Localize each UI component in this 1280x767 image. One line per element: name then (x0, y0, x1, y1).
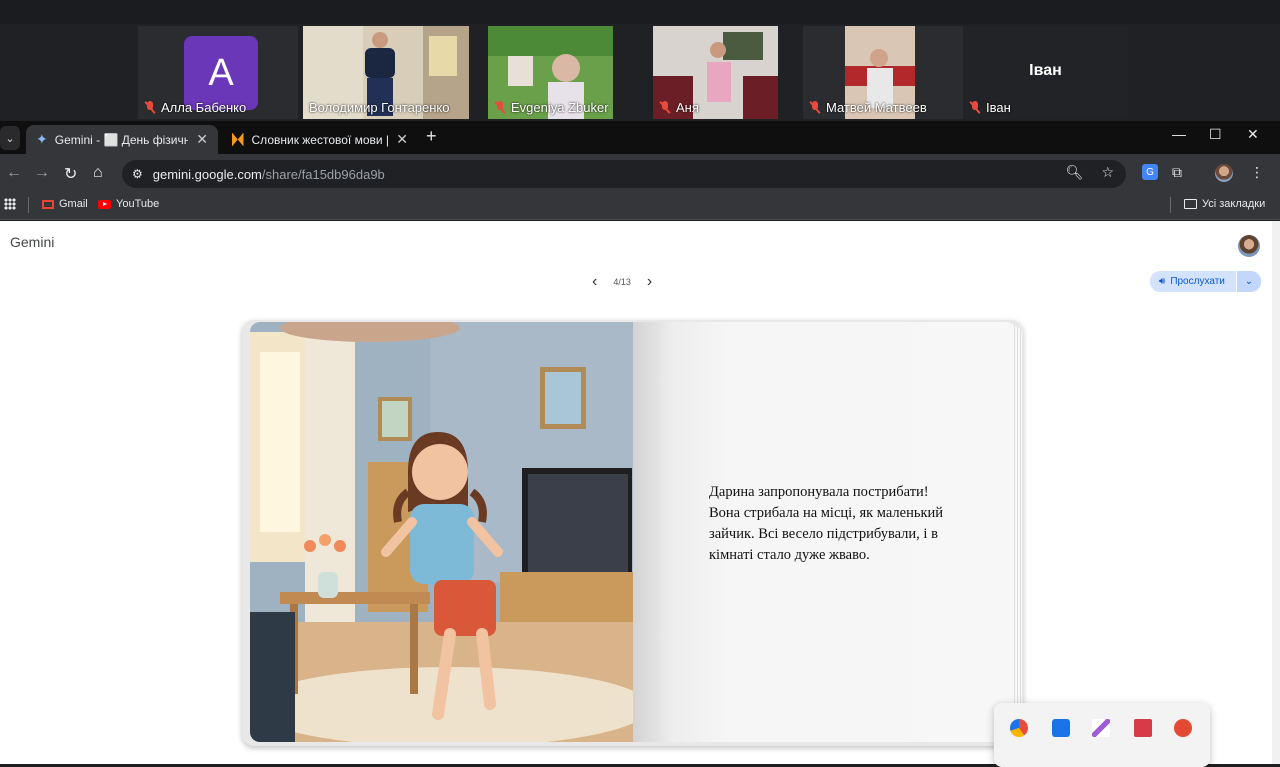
participant-name-text: Матвей Матвеев (826, 100, 927, 115)
participant-tile[interactable]: Аня (653, 26, 778, 119)
chevron-left-icon[interactable]: ‹ (592, 273, 597, 291)
mic-off-icon (494, 101, 506, 114)
chevron-down-icon: ⌄ (1244, 276, 1254, 287)
participant-tile-active[interactable]: Володимир Гонтаренко (303, 26, 469, 119)
bookmarks-bar (0, 192, 1280, 220)
participant-name-text: Evgeniya Zbuker (511, 100, 609, 115)
scrollbar[interactable] (1272, 221, 1280, 764)
video-call-strip: A Алла Бабенко Володимир Гонтаренко Evge… (0, 0, 1280, 121)
apps-grid-icon[interactable] (4, 198, 16, 210)
tab-gemini[interactable]: Gemini - ⬜ День фізичної куль ✕ (26, 125, 218, 154)
participant-name: Матвей Матвеев (809, 100, 927, 115)
forward-arrow-icon[interactable]: → (34, 164, 50, 182)
close-icon[interactable]: ✕ (196, 131, 208, 148)
url-text[interactable]: gemini.google.com/share/fa15db96da9b (153, 167, 385, 182)
home-icon[interactable]: ⌂ (93, 164, 103, 182)
mic-off-icon (969, 101, 981, 114)
bookmark-gmail[interactable]: Gmail (42, 198, 88, 210)
participant-name: Володимир Гонтаренко (309, 100, 450, 115)
folder-icon (1184, 199, 1197, 209)
page-counter: 4/13 (613, 277, 631, 287)
chevron-right-icon[interactable]: › (647, 273, 652, 291)
url-path: /share/fa15db96da9b (261, 166, 385, 182)
url-host: gemini.google.com (152, 166, 262, 182)
mic-off-icon (809, 101, 821, 114)
bookmarks-divider (28, 197, 29, 213)
participant-name-text: Алла Бабенко (161, 100, 247, 115)
speaker-icon: 🔊︎ (1159, 276, 1166, 287)
story-illustration (250, 322, 633, 742)
page-edges (1014, 326, 1022, 738)
site-info-icon[interactable]: ⚙ (132, 167, 143, 181)
participant-avatar: A (184, 36, 258, 110)
participant-name: Evgeniya Zbuker (494, 100, 609, 115)
story-text: Дарина запропонувала пострибати! Вона ст… (709, 484, 944, 563)
omnibox-actions: 🔍︎ ☆ (1066, 164, 1114, 181)
user-avatar[interactable] (1238, 235, 1260, 257)
zoom-icon[interactable]: 🔍︎ (1066, 164, 1084, 181)
extensions-puzzle-icon[interactable]: ⧉ (1172, 164, 1182, 181)
illustration-girl-jumping (250, 322, 633, 742)
mic-off-icon (659, 101, 671, 114)
participant-name: Алла Бабенко (144, 100, 246, 115)
gemini-icon (36, 131, 48, 148)
bookmark-label: YouTube (116, 198, 160, 210)
participant-tile-label: Іван (1029, 62, 1062, 79)
profile-avatar-icon[interactable] (1215, 164, 1233, 182)
participant-tile[interactable]: A Алла Бабенко (138, 26, 298, 119)
bookmark-youtube[interactable]: YouTube (98, 198, 159, 210)
system-tray-popup (994, 703, 1210, 767)
listen-button[interactable]: 🔊︎ Прослухати (1150, 271, 1236, 292)
participant-tile[interactable]: Іван Іван (963, 26, 1128, 119)
participant-name-text: Іван (986, 100, 1011, 115)
close-icon[interactable]: ✕ (396, 131, 408, 148)
tab-title: Gemini - ⬜ День фізичної куль (54, 132, 189, 147)
bookmark-label: Gmail (59, 198, 88, 210)
app-icon-orange[interactable] (1174, 719, 1192, 737)
tab-sign-dictionary[interactable]: Словник жестової мови | Spre ✕ (222, 125, 418, 154)
reload-icon[interactable]: ↻ (64, 164, 77, 184)
tab-search-button[interactable]: ⌄ (0, 126, 20, 150)
new-tab-button[interactable]: + (426, 126, 437, 147)
translate-icon[interactable]: G (1142, 164, 1158, 180)
back-arrow-icon[interactable]: ← (6, 164, 22, 182)
minimize-button[interactable]: — (1172, 126, 1186, 142)
grid-icon (4, 198, 16, 210)
participant-name-text: Аня (676, 100, 699, 115)
all-bookmarks-label: Усі закладки (1202, 198, 1266, 210)
listen-options-button[interactable]: ⌄ (1237, 271, 1261, 292)
tab-bar: ⌄ Gemini - ⬜ День фізичної куль ✕ Словни… (0, 121, 1280, 154)
participant-tile[interactable]: Матвей Матвеев (803, 26, 963, 119)
feather-icon[interactable] (1092, 719, 1110, 737)
shield-icon[interactable] (1052, 719, 1070, 737)
app-icon-m[interactable] (1134, 719, 1152, 737)
chevron-down-icon: ⌄ (5, 132, 15, 145)
participant-name-text: Володимир Гонтаренко (309, 100, 450, 115)
star-icon[interactable]: ☆ (1101, 164, 1114, 181)
app-icon-red[interactable] (1010, 719, 1028, 737)
all-bookmarks-button[interactable]: Усі закладки (1184, 198, 1265, 210)
more-menu-icon[interactable]: ⋮ (1250, 164, 1264, 181)
listen-label: Прослухати (1170, 276, 1225, 287)
gmail-icon (42, 199, 54, 209)
close-window-button[interactable]: ✕ (1247, 126, 1259, 143)
participant-tile[interactable]: Evgeniya Zbuker (488, 26, 613, 119)
participant-name: Аня (659, 100, 699, 115)
mic-off-icon (144, 101, 156, 114)
tab-title: Словник жестової мови | Spre (251, 132, 389, 147)
participant-name: Іван (969, 100, 1011, 115)
maximize-button[interactable]: ☐ (1209, 126, 1222, 143)
spreadthesign-icon (232, 132, 244, 147)
page-navigator: ‹ 4/13 › (592, 273, 652, 291)
call-top-band (0, 0, 1280, 24)
address-bar[interactable]: ⚙ gemini.google.com/share/fa15db96da9b 🔍… (122, 160, 1126, 188)
youtube-icon (98, 199, 111, 209)
app-title: Gemini (10, 234, 55, 250)
bookmarks-divider (1170, 197, 1171, 213)
